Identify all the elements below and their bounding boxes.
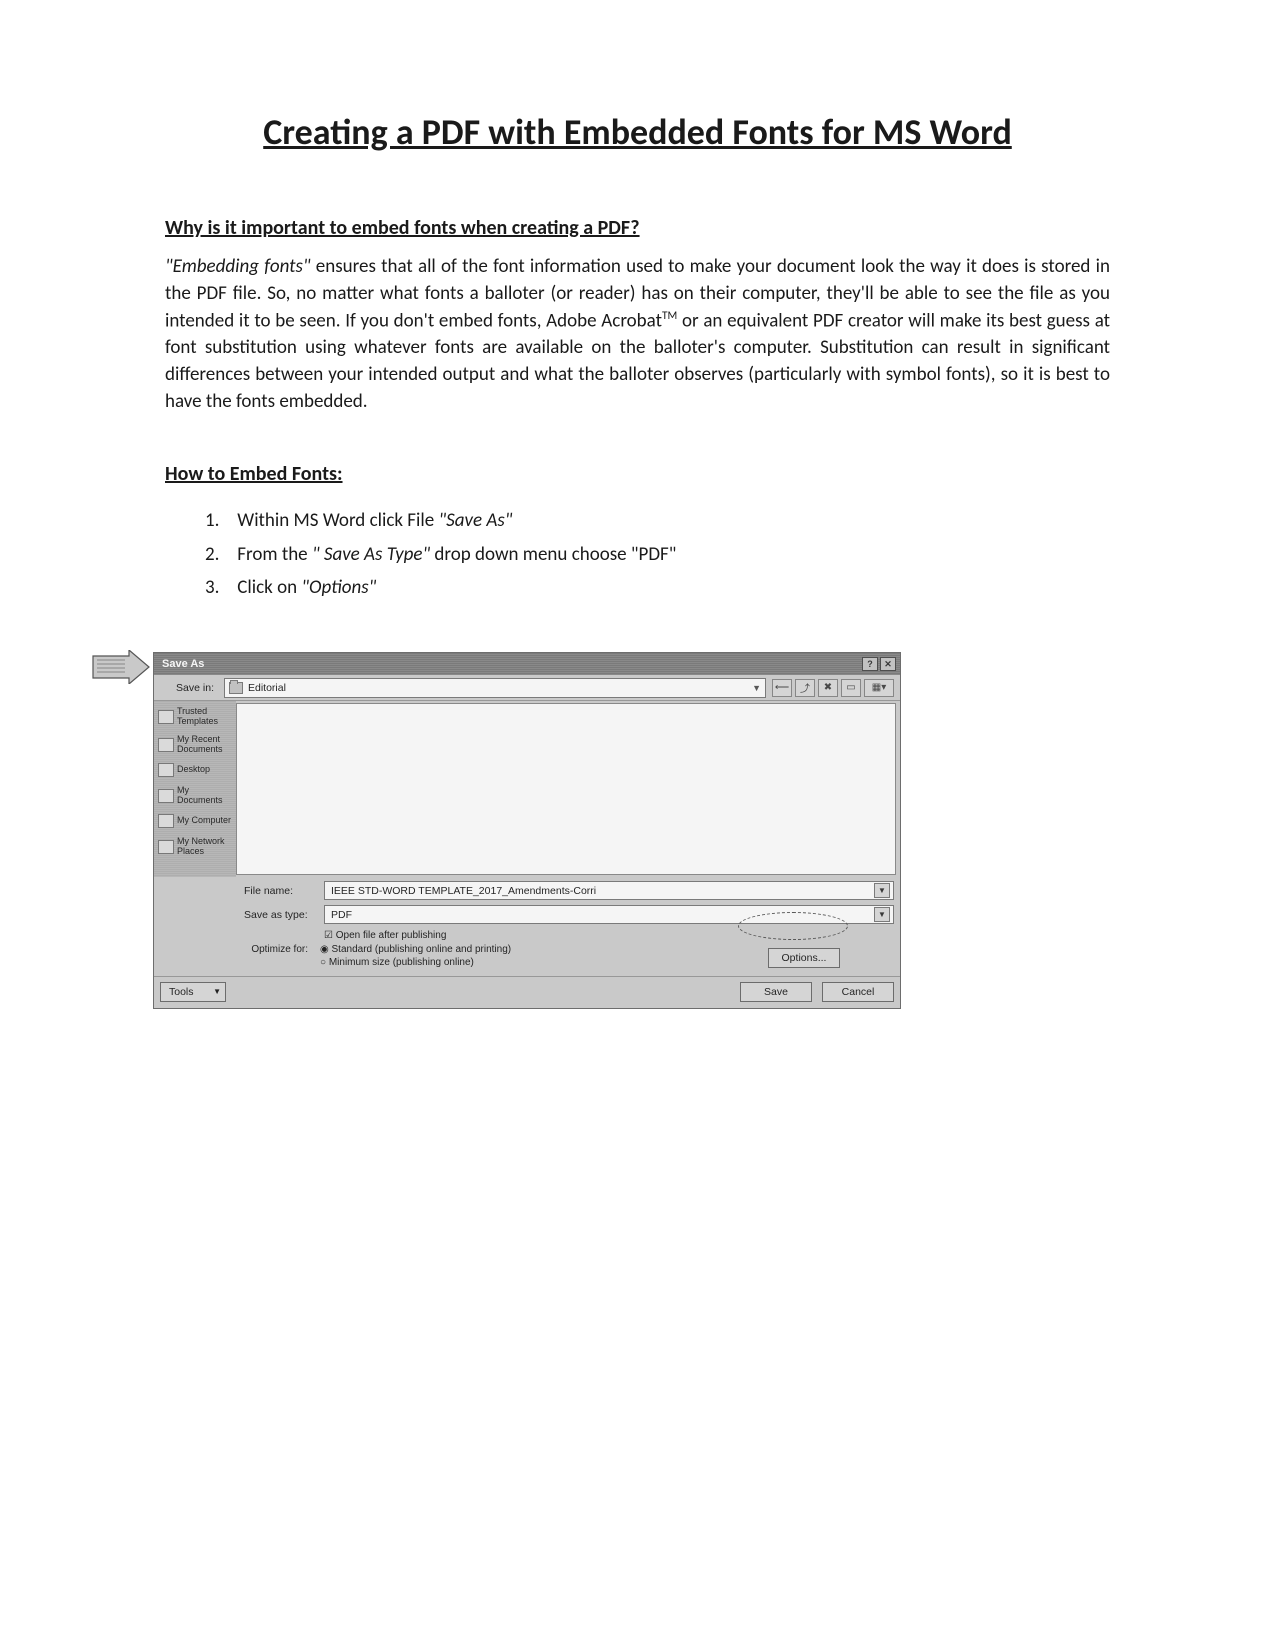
file-name-input[interactable]: IEEE STD-WORD TEMPLATE_2017_Amendments-C… bbox=[324, 881, 894, 900]
radio-label: Standard (publishing online and printing… bbox=[332, 944, 512, 955]
place-recent-documents[interactable]: My Recent Documents bbox=[156, 733, 234, 756]
place-label: Trusted Templates bbox=[177, 707, 232, 726]
place-label: My Recent Documents bbox=[177, 735, 232, 754]
lead-italic: "Embedding fonts" bbox=[165, 255, 311, 278]
place-trusted-templates[interactable]: Trusted Templates bbox=[156, 705, 234, 728]
place-desktop[interactable]: Desktop bbox=[156, 761, 234, 779]
delete-icon[interactable]: ✖ bbox=[818, 679, 838, 697]
place-label: My Documents bbox=[177, 786, 232, 805]
step-text: Click on bbox=[237, 576, 301, 599]
folder-icon bbox=[158, 789, 174, 803]
dialog-titlebar: Save As ? ✕ bbox=[154, 653, 900, 675]
computer-icon bbox=[158, 814, 174, 828]
save-in-value: Editorial bbox=[248, 682, 286, 694]
step-item: 1. Within MS Word click File "Save As" bbox=[205, 506, 1110, 535]
file-name-label: File name: bbox=[244, 885, 318, 897]
chevron-down-icon: ▼ bbox=[752, 683, 761, 693]
chevron-down-icon[interactable]: ▼ bbox=[874, 907, 890, 922]
step-italic: "Save As" bbox=[439, 509, 513, 532]
save-as-screenshot: Save As ? ✕ Save in: Editorial ▼ ⟵ ⤴ ✖ bbox=[95, 652, 905, 1009]
chevron-down-icon[interactable]: ▼ bbox=[874, 883, 890, 898]
place-my-documents[interactable]: My Documents bbox=[156, 784, 234, 807]
tools-button[interactable]: Tools ▼ bbox=[160, 982, 226, 1002]
options-button[interactable]: Options... bbox=[768, 948, 840, 968]
cancel-button[interactable]: Cancel bbox=[822, 982, 894, 1002]
step-item: 2. From the " Save As Type" drop down me… bbox=[205, 540, 1110, 569]
desktop-icon bbox=[158, 763, 174, 777]
save-in-row: Save in: Editorial ▼ ⟵ ⤴ ✖ ▭ ▦▾ bbox=[154, 675, 900, 701]
step-item: 3. Click on "Options" bbox=[205, 573, 1110, 602]
step-number: 2. bbox=[205, 540, 233, 569]
callout-arrow-icon bbox=[91, 650, 151, 684]
help-icon[interactable]: ? bbox=[862, 657, 878, 671]
chevron-down-icon: ▼ bbox=[213, 987, 221, 996]
step-italic: " Save As Type" bbox=[312, 543, 430, 566]
dialog-title: Save As bbox=[162, 658, 204, 670]
place-my-computer[interactable]: My Computer bbox=[156, 812, 234, 830]
step-number: 3. bbox=[205, 573, 233, 602]
close-icon[interactable]: ✕ bbox=[880, 657, 896, 671]
file-list-area[interactable] bbox=[236, 703, 896, 875]
save-as-type-label: Save as type: bbox=[244, 909, 318, 921]
radio-label: Minimum size (publishing online) bbox=[329, 957, 474, 968]
save-button[interactable]: Save bbox=[740, 982, 812, 1002]
up-one-level-icon[interactable]: ⤴ bbox=[795, 679, 815, 697]
place-my-network[interactable]: My Network Places bbox=[156, 835, 234, 858]
save-as-dialog: Save As ? ✕ Save in: Editorial ▼ ⟵ ⤴ ✖ bbox=[153, 652, 901, 1009]
section-how-heading: How to Embed Fonts: bbox=[165, 462, 1110, 486]
trademark-superscript: TM bbox=[662, 309, 677, 323]
save-as-type-dropdown[interactable]: PDF ▼ bbox=[324, 905, 894, 924]
optimize-minimum-radio[interactable]: Minimum size (publishing online) bbox=[320, 956, 511, 970]
tools-label: Tools bbox=[169, 986, 194, 998]
save-in-dropdown[interactable]: Editorial ▼ bbox=[224, 678, 766, 698]
checkbox-label: Open file after publishing bbox=[336, 930, 447, 941]
save-as-type-value: PDF bbox=[331, 909, 352, 921]
optimize-for-label: Optimize for: bbox=[244, 943, 314, 957]
why-paragraph: "Embedding fonts" ensures that all of th… bbox=[165, 254, 1110, 416]
network-icon bbox=[158, 840, 174, 854]
optimize-standard-radio[interactable]: Standard (publishing online and printing… bbox=[320, 943, 511, 957]
place-label: Desktop bbox=[177, 765, 210, 774]
step-text: From the bbox=[237, 543, 312, 566]
folder-icon bbox=[158, 738, 174, 752]
step-italic: "Options" bbox=[301, 576, 376, 599]
save-in-label: Save in: bbox=[160, 682, 218, 694]
step-text: Within MS Word click File bbox=[237, 509, 438, 532]
section-why-heading: Why is it important to embed fonts when … bbox=[165, 216, 1110, 240]
views-icon[interactable]: ▦▾ bbox=[864, 679, 894, 697]
places-bar: Trusted Templates My Recent Documents De… bbox=[154, 701, 236, 877]
bottom-panel: File name: IEEE STD-WORD TEMPLATE_2017_A… bbox=[154, 877, 900, 976]
open-after-publishing-checkbox[interactable]: Open file after publishing bbox=[324, 929, 894, 943]
new-folder-icon[interactable]: ▭ bbox=[841, 679, 861, 697]
folder-icon bbox=[158, 710, 174, 724]
page-title: Creating a PDF with Embedded Fonts for M… bbox=[165, 110, 1110, 154]
step-number: 1. bbox=[205, 506, 233, 535]
steps-list: 1. Within MS Word click File "Save As" 2… bbox=[165, 506, 1110, 602]
back-icon[interactable]: ⟵ bbox=[772, 679, 792, 697]
place-label: My Network Places bbox=[177, 837, 232, 856]
folder-icon bbox=[229, 682, 243, 694]
step-text-post: drop down menu choose "PDF" bbox=[430, 543, 676, 566]
place-label: My Computer bbox=[177, 816, 231, 825]
file-name-value: IEEE STD-WORD TEMPLATE_2017_Amendments-C… bbox=[331, 885, 596, 897]
